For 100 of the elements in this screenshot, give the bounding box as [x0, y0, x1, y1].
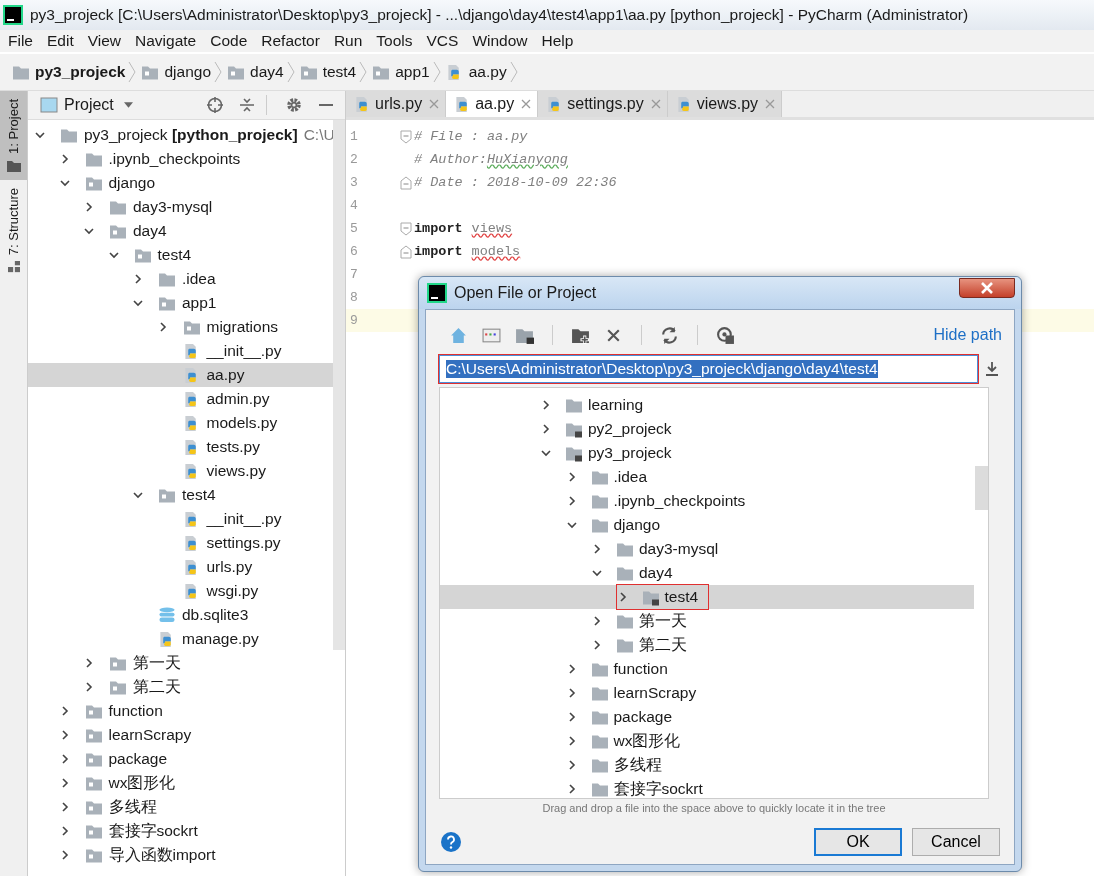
breadcrumb[interactable]: aa.py: [445, 63, 507, 81]
tree-item[interactable]: django: [28, 171, 333, 195]
tree-item[interactable]: 套接字sockrt: [440, 777, 974, 798]
tree-item[interactable]: py2_projeck: [440, 417, 974, 441]
tree-item[interactable]: 第二天: [28, 675, 333, 699]
tree-item[interactable]: .idea: [28, 267, 333, 291]
chevron-icon[interactable]: [591, 615, 603, 627]
panel-title[interactable]: Project: [64, 96, 114, 114]
tree-item[interactable]: .ipynb_checkpoints: [440, 489, 974, 513]
editor-tab[interactable]: views.py: [667, 91, 783, 117]
dropdown-icon[interactable]: [123, 102, 133, 108]
tree-item[interactable]: db.sqlite3: [28, 603, 333, 627]
path-field[interactable]: C:\Users\Administrator\Desktop\py3_projeck\django\day4\test4: [439, 355, 978, 383]
show-hidden-icon[interactable]: [716, 325, 735, 345]
dialog-button[interactable]: Cancel: [912, 828, 1000, 856]
tree-item[interactable]: app1: [28, 291, 333, 315]
tree-item[interactable]: __init__.py: [28, 339, 333, 363]
chevron-icon[interactable]: [132, 489, 144, 501]
tree-item[interactable]: 多线程: [440, 753, 974, 777]
tree-item[interactable]: learnScrapy: [440, 681, 974, 705]
tree-item[interactable]: tests.py: [28, 435, 333, 459]
chevron-icon[interactable]: [540, 423, 552, 435]
tree-item[interactable]: manage.py: [28, 627, 333, 651]
menu-item[interactable]: Help: [535, 32, 582, 50]
menu-item[interactable]: Code: [204, 32, 256, 50]
close-button[interactable]: [959, 278, 1015, 298]
scrollbar-thumb[interactable]: [975, 466, 988, 510]
tree-item[interactable]: .ipynb_checkpoints: [28, 147, 333, 171]
chevron-icon[interactable]: [58, 177, 71, 189]
chevron-icon[interactable]: [83, 657, 95, 669]
tree-item[interactable]: __init__.py: [28, 507, 333, 531]
tree-item[interactable]: function: [440, 657, 974, 681]
editor-tab[interactable]: settings.py: [538, 91, 668, 117]
tree-item[interactable]: urls.py: [28, 555, 333, 579]
tree-item[interactable]: function: [28, 699, 333, 723]
breadcrumb[interactable]: test4: [299, 63, 357, 81]
chevron-icon[interactable]: [540, 399, 552, 411]
chevron-icon[interactable]: [591, 639, 603, 651]
settings-icon[interactable]: [285, 96, 303, 114]
breadcrumb[interactable]: app1: [372, 63, 430, 81]
collapse-icon[interactable]: [238, 96, 256, 114]
tool-window-tab[interactable]: 7: Structure: [0, 179, 27, 282]
tree-item[interactable]: package: [440, 705, 974, 729]
tree-item[interactable]: py3_projeck [python_projeck] C:\U: [28, 123, 333, 147]
menu-item[interactable]: Refactor: [255, 32, 328, 50]
tree-item[interactable]: learnScrapy: [28, 723, 333, 747]
chevron-icon[interactable]: [83, 201, 95, 213]
tool-window-tab[interactable]: 1: Project: [0, 91, 27, 180]
menu-item[interactable]: Run: [327, 32, 371, 50]
tree-item[interactable]: wx图形化: [440, 729, 974, 753]
refresh-icon[interactable]: [660, 325, 679, 345]
tree-item[interactable]: settings.py: [28, 531, 333, 555]
breadcrumb[interactable]: django: [141, 63, 211, 81]
tree-item[interactable]: django: [440, 513, 974, 537]
chevron-icon[interactable]: [107, 249, 120, 261]
tree-item[interactable]: py3_projeck: [440, 441, 974, 465]
tree-item[interactable]: views.py: [28, 459, 333, 483]
tree-item[interactable]: day3-mysql: [440, 537, 974, 561]
tree-item[interactable]: 第一天: [440, 609, 974, 633]
tree-item[interactable]: wsgi.py: [28, 579, 333, 603]
tree-item[interactable]: test4: [28, 483, 333, 507]
editor-tab[interactable]: urls.py: [346, 91, 447, 117]
chevron-icon[interactable]: [83, 681, 95, 693]
menu-item[interactable]: Navigate: [129, 32, 205, 50]
tree-item[interactable]: aa.py: [28, 363, 333, 387]
tree-item[interactable]: package: [28, 747, 333, 771]
menu-item[interactable]: File: [2, 32, 41, 50]
tree-item[interactable]: models.py: [28, 411, 333, 435]
help-button[interactable]: [441, 832, 461, 852]
tree-item[interactable]: wx图形化: [28, 771, 333, 795]
editor-tab[interactable]: aa.py: [446, 91, 539, 117]
breadcrumb[interactable]: py3_projeck: [12, 63, 126, 81]
menu-item[interactable]: View: [81, 32, 130, 50]
hide-path-link[interactable]: Hide path: [933, 326, 1002, 344]
tree-item[interactable]: learning: [440, 393, 974, 417]
tree-item[interactable]: 第一天: [28, 651, 333, 675]
tree-item[interactable]: admin.py: [28, 387, 333, 411]
chevron-icon[interactable]: [540, 447, 552, 459]
chevron-icon[interactable]: [83, 225, 95, 237]
tree-item[interactable]: 导入函数import: [28, 843, 333, 867]
tree-item[interactable]: day3-mysql: [28, 195, 333, 219]
download-icon[interactable]: [984, 361, 1000, 377]
dialog-button[interactable]: OK: [814, 828, 902, 856]
tree-item[interactable]: 第二天: [440, 633, 974, 657]
tree-item[interactable]: 套接字sockrt: [28, 819, 333, 843]
breadcrumb[interactable]: day4: [227, 63, 284, 81]
menu-item[interactable]: Window: [466, 32, 536, 50]
chevron-icon[interactable]: [34, 129, 46, 141]
tree-item[interactable]: day4: [28, 219, 333, 243]
locate-icon[interactable]: [206, 96, 224, 114]
tree-item[interactable]: .idea: [440, 465, 974, 489]
chevron-icon[interactable]: [132, 273, 144, 285]
menu-item[interactable]: Tools: [370, 32, 421, 50]
tree-item[interactable]: test4: [28, 243, 333, 267]
menu-item[interactable]: VCS: [420, 32, 467, 50]
chevron-icon[interactable]: [132, 297, 144, 309]
tree-item[interactable]: 多线程: [28, 795, 333, 819]
chevron-icon[interactable]: [591, 567, 603, 579]
tree-item[interactable]: migrations: [28, 315, 333, 339]
chevron-icon[interactable]: [565, 519, 578, 531]
